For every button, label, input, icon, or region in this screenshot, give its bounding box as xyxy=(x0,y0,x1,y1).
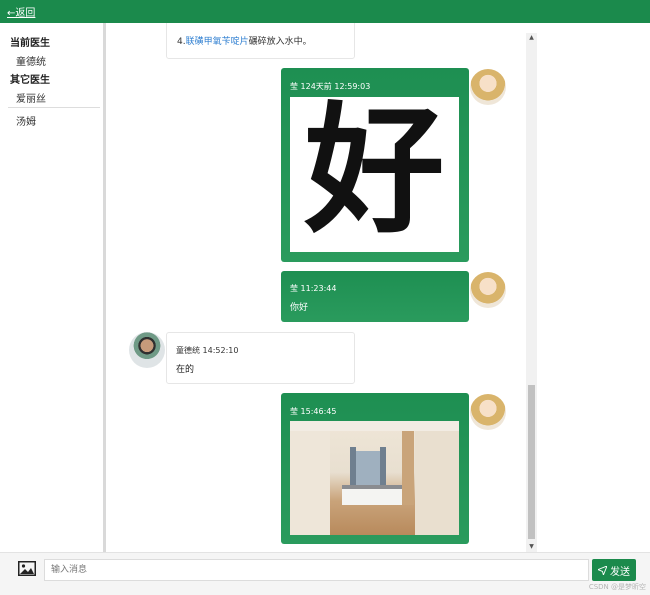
chat-scrollbar[interactable]: ▲ ▼ xyxy=(526,33,537,552)
message-bubble-doctor-text: 童德统 14:52:10 在的 xyxy=(166,332,355,384)
paper-plane-icon xyxy=(598,565,607,575)
message-bubble-self-image: 莹 124天前 12:59:03 好 xyxy=(281,68,469,262)
calligraphy-image[interactable]: 好 xyxy=(290,97,459,252)
doctor-sidebar: 当前医生 童德统 其它医生 爱丽丝 汤姆 xyxy=(0,23,106,552)
message-text: 在的 xyxy=(176,365,195,375)
calligraphy-character: 好 xyxy=(304,97,445,252)
ceiling xyxy=(290,421,459,431)
message-input[interactable] xyxy=(44,559,589,581)
message-text: 4.联磺甲氧苄啶片碾碎放入水中。 xyxy=(177,34,312,47)
wardrobe-right xyxy=(415,421,459,535)
window-shape xyxy=(353,451,383,489)
sidebar-item-other-doctor-2[interactable]: 汤姆 xyxy=(16,113,36,128)
scroll-thumb[interactable] xyxy=(528,385,535,539)
message-meta: 莹 124天前 12:59:03 xyxy=(290,82,371,91)
bedroom-photo[interactable] xyxy=(290,421,459,535)
composer-bar: 发送 CSDN @是梦昕空 xyxy=(0,552,650,595)
sidebar-item-current-doctor[interactable]: 童德统 xyxy=(16,53,46,68)
message-meta: 莹 11:23:44 xyxy=(290,284,337,293)
chat-messages[interactable]: 4.联磺甲氧苄啶片碾碎放入水中。 莹 124天前 12:59:03 好 莹 11… xyxy=(109,23,526,552)
image-icon[interactable] xyxy=(18,561,36,576)
current-doctor-heading: 当前医生 xyxy=(10,38,50,49)
send-button[interactable]: 发送 xyxy=(592,559,636,581)
message-bubble-doctor-partial: 4.联磺甲氧苄啶片碾碎放入水中。 xyxy=(166,23,355,59)
other-doctors-heading: 其它医生 xyxy=(10,75,50,86)
watermark: CSDN @是梦昕空 xyxy=(588,583,646,591)
bed-shape xyxy=(342,485,402,505)
sidebar-item-other-doctor-1[interactable]: 爱丽丝 xyxy=(16,90,46,105)
message-meta: 童德统 14:52:10 xyxy=(176,346,239,355)
avatar-doctor xyxy=(129,332,165,368)
avatar-self xyxy=(470,69,506,105)
avatar-self xyxy=(470,394,506,430)
medicine-link[interactable]: 联磺甲氧苄啶片 xyxy=(186,37,249,47)
sidebar-divider xyxy=(8,107,100,108)
message-bubble-self-photo: 莹 15:46:45 xyxy=(281,393,469,544)
send-label: 发送 xyxy=(610,566,630,578)
message-meta: 莹 15:46:45 xyxy=(290,407,337,416)
message-bubble-self-text: 莹 11:23:44 你好 xyxy=(281,271,469,322)
message-suffix: 碾碎放入水中。 xyxy=(248,37,312,47)
shelf-unit xyxy=(402,425,414,505)
message-prefix: 4. xyxy=(177,37,186,47)
avatar-self xyxy=(470,272,506,308)
top-bar: ←返回 xyxy=(0,0,650,23)
scroll-down-arrow-icon[interactable]: ▼ xyxy=(526,542,537,552)
message-text: 你好 xyxy=(290,303,309,313)
scroll-up-arrow-icon[interactable]: ▲ xyxy=(526,33,537,43)
wardrobe-left xyxy=(290,421,330,535)
back-link[interactable]: ←返回 xyxy=(7,4,35,19)
